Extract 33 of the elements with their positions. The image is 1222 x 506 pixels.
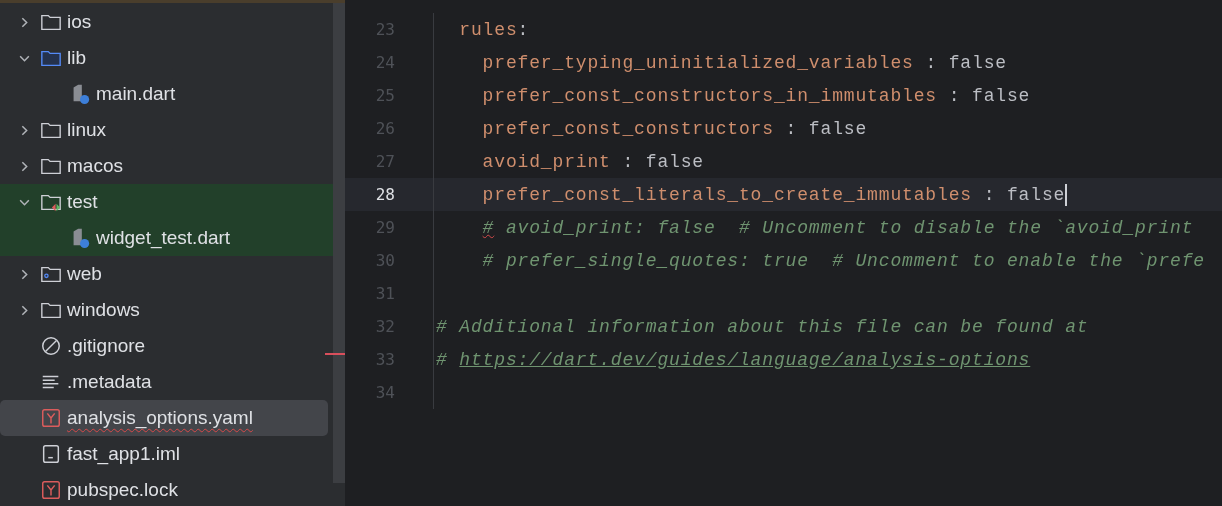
highlighted-tree-item[interactable]: test bbox=[0, 184, 333, 220]
error-marker bbox=[325, 353, 345, 355]
code-line: rules: bbox=[458, 19, 530, 40]
tree-item[interactable]: main.dart bbox=[0, 76, 333, 112]
tree-item[interactable]: ios bbox=[0, 4, 333, 40]
code-line: avoid_print : false bbox=[481, 151, 704, 172]
line-number: 28 bbox=[374, 185, 395, 204]
code-line: prefer_typing_uninitialized_variables : false bbox=[481, 52, 1007, 73]
code-line: # avoid_print: false # Uncomment to disable the `avoid_print bbox=[481, 217, 1194, 238]
highlighted-tree-item[interactable]: widget_test.dart bbox=[0, 220, 333, 256]
tree-item[interactable]: web bbox=[0, 256, 333, 292]
tree-item[interactable]: linux bbox=[0, 112, 333, 148]
tree-item[interactable]: .metadata bbox=[0, 364, 333, 400]
code-line: # prefer_single_quotes: true # Uncomment to enable the `prefe bbox=[481, 250, 1205, 271]
tree-item[interactable]: fast_app1.iml bbox=[0, 436, 333, 472]
y-icon bbox=[40, 407, 62, 429]
tree-item[interactable]: windows bbox=[0, 292, 333, 328]
text-caret bbox=[1065, 183, 1068, 206]
code-line: prefer_const_constructors_in_immutables : false bbox=[481, 85, 1031, 106]
code-line: # https://dart.dev/guides/language/analysis-options bbox=[436, 349, 1031, 370]
scrollbar[interactable] bbox=[333, 3, 345, 483]
link[interactable]: https://dart.dev/guides/language/analysis-options bbox=[459, 349, 1031, 370]
prohibited-icon bbox=[40, 335, 62, 357]
code-line: prefer_const_literals_to_create_immutables : false bbox=[481, 183, 1068, 206]
tree-item[interactable]: macos bbox=[0, 148, 333, 184]
tree-item[interactable]: lib bbox=[0, 40, 333, 76]
code-line: prefer_const_constructors : false bbox=[481, 118, 868, 139]
selected-tree-item[interactable]: analysis_options.yaml bbox=[0, 400, 328, 436]
y-icon bbox=[40, 479, 62, 501]
tree-item[interactable]: .gitignore bbox=[0, 328, 333, 364]
file-icon bbox=[40, 443, 62, 465]
code-line: # Additional information about this file can be found at bbox=[436, 316, 1089, 337]
tree-item[interactable]: pubspec.lock bbox=[0, 472, 333, 506]
